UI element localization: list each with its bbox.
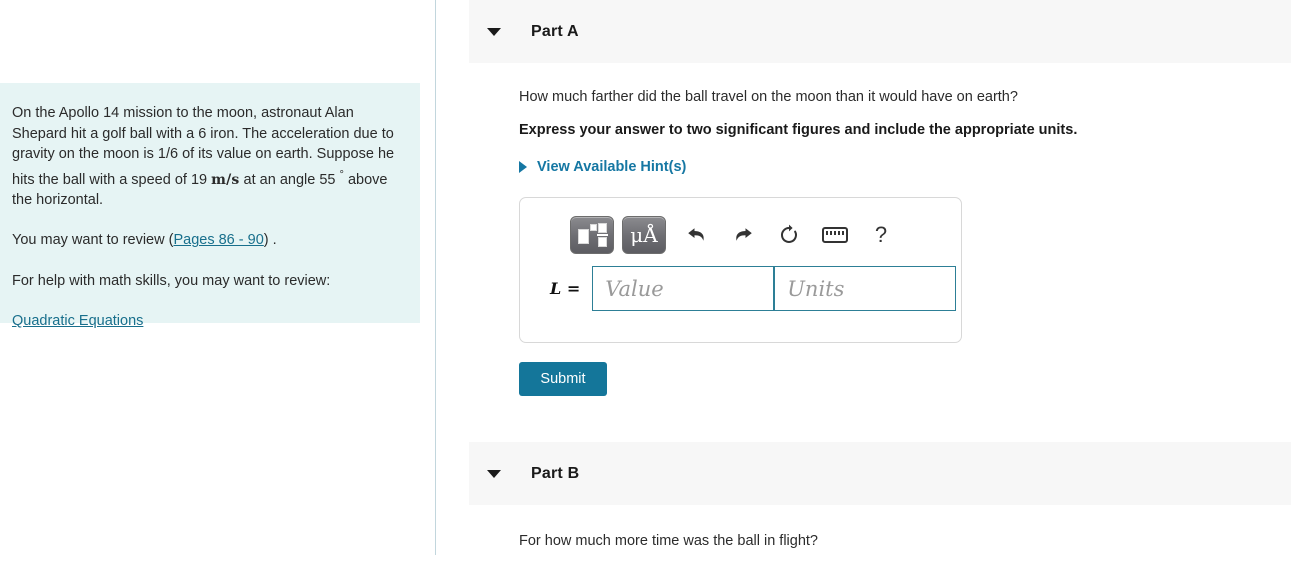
- collapse-caret-icon-b[interactable]: [487, 469, 501, 478]
- answer-input-box: μÅ ? L = Value Units: [519, 197, 962, 343]
- equals-sign: =: [566, 279, 581, 298]
- help-label: ?: [874, 222, 888, 247]
- problem-statement-panel: On the Apollo 14 mission to the moon, as…: [0, 83, 420, 329]
- math-template-icon: [578, 222, 608, 248]
- help-icon[interactable]: ?: [858, 216, 904, 254]
- math-help-text: For help with math skills, you may want …: [12, 272, 331, 289]
- part-b-header[interactable]: Part B: [469, 442, 1291, 505]
- collapse-caret-icon[interactable]: [487, 27, 501, 36]
- template-denominator-square: [598, 237, 607, 247]
- review-prefix: You may want to review (: [12, 232, 174, 249]
- variable-L: L: [550, 279, 562, 298]
- page-root: On the Apollo 14 mission to the moon, as…: [0, 0, 1291, 563]
- problem-paragraph: On the Apollo 14 mission to the moon, as…: [12, 103, 398, 210]
- template-fraction-bar: [597, 234, 608, 236]
- part-a-title: Part A: [531, 22, 579, 40]
- parts-column: Part A How much farther did the ball tra…: [469, 0, 1291, 563]
- answer-variable-label: L =: [550, 279, 580, 298]
- math-template-button[interactable]: [570, 216, 614, 254]
- answer-toolbar: μÅ ?: [532, 210, 949, 260]
- part-b-question: For how much more time was the ball in f…: [519, 533, 818, 549]
- review-paragraph: You may want to review (Pages 86 - 90) .: [12, 230, 398, 251]
- units-button[interactable]: μÅ: [622, 216, 666, 254]
- units-input[interactable]: [774, 266, 957, 311]
- view-hints-label: View Available Hint(s): [537, 159, 687, 175]
- view-hints-button[interactable]: View Available Hint(s): [519, 159, 686, 175]
- part-a-question: How much farther did the ball travel on …: [519, 89, 1018, 105]
- column-divider: [435, 0, 436, 555]
- part-a-instruction: Express your answer to two significant f…: [519, 122, 1078, 138]
- problem-text-part2: at an angle 55: [239, 171, 340, 188]
- answer-field-row: L =: [532, 266, 957, 311]
- pages-link[interactable]: Pages 86 - 90: [173, 232, 263, 248]
- speed-units: m/s: [211, 171, 240, 188]
- reset-icon[interactable]: [766, 216, 812, 254]
- part-a-body: How much farther did the ball travel on …: [469, 89, 1291, 396]
- quadratic-equations-link[interactable]: Quadratic Equations: [12, 313, 143, 329]
- review-suffix: ) .: [263, 232, 277, 249]
- math-help-paragraph: Quadratic Equations: [12, 311, 398, 332]
- template-numerator-square: [598, 223, 607, 233]
- units-button-label: μÅ: [630, 223, 658, 247]
- part-b-title: Part B: [531, 464, 580, 482]
- value-input[interactable]: [592, 266, 775, 311]
- template-base-square: [578, 229, 589, 244]
- redo-icon[interactable]: [720, 216, 766, 254]
- part-a-header[interactable]: Part A: [469, 0, 1291, 63]
- expand-caret-icon: [519, 161, 527, 173]
- template-superscript-square: [590, 224, 597, 231]
- part-b-body: For how much more time was the ball in f…: [469, 533, 1291, 549]
- keyboard-glyph: [822, 227, 848, 243]
- undo-icon[interactable]: [674, 216, 720, 254]
- submit-button[interactable]: Submit: [519, 362, 607, 396]
- keyboard-icon[interactable]: [812, 216, 858, 254]
